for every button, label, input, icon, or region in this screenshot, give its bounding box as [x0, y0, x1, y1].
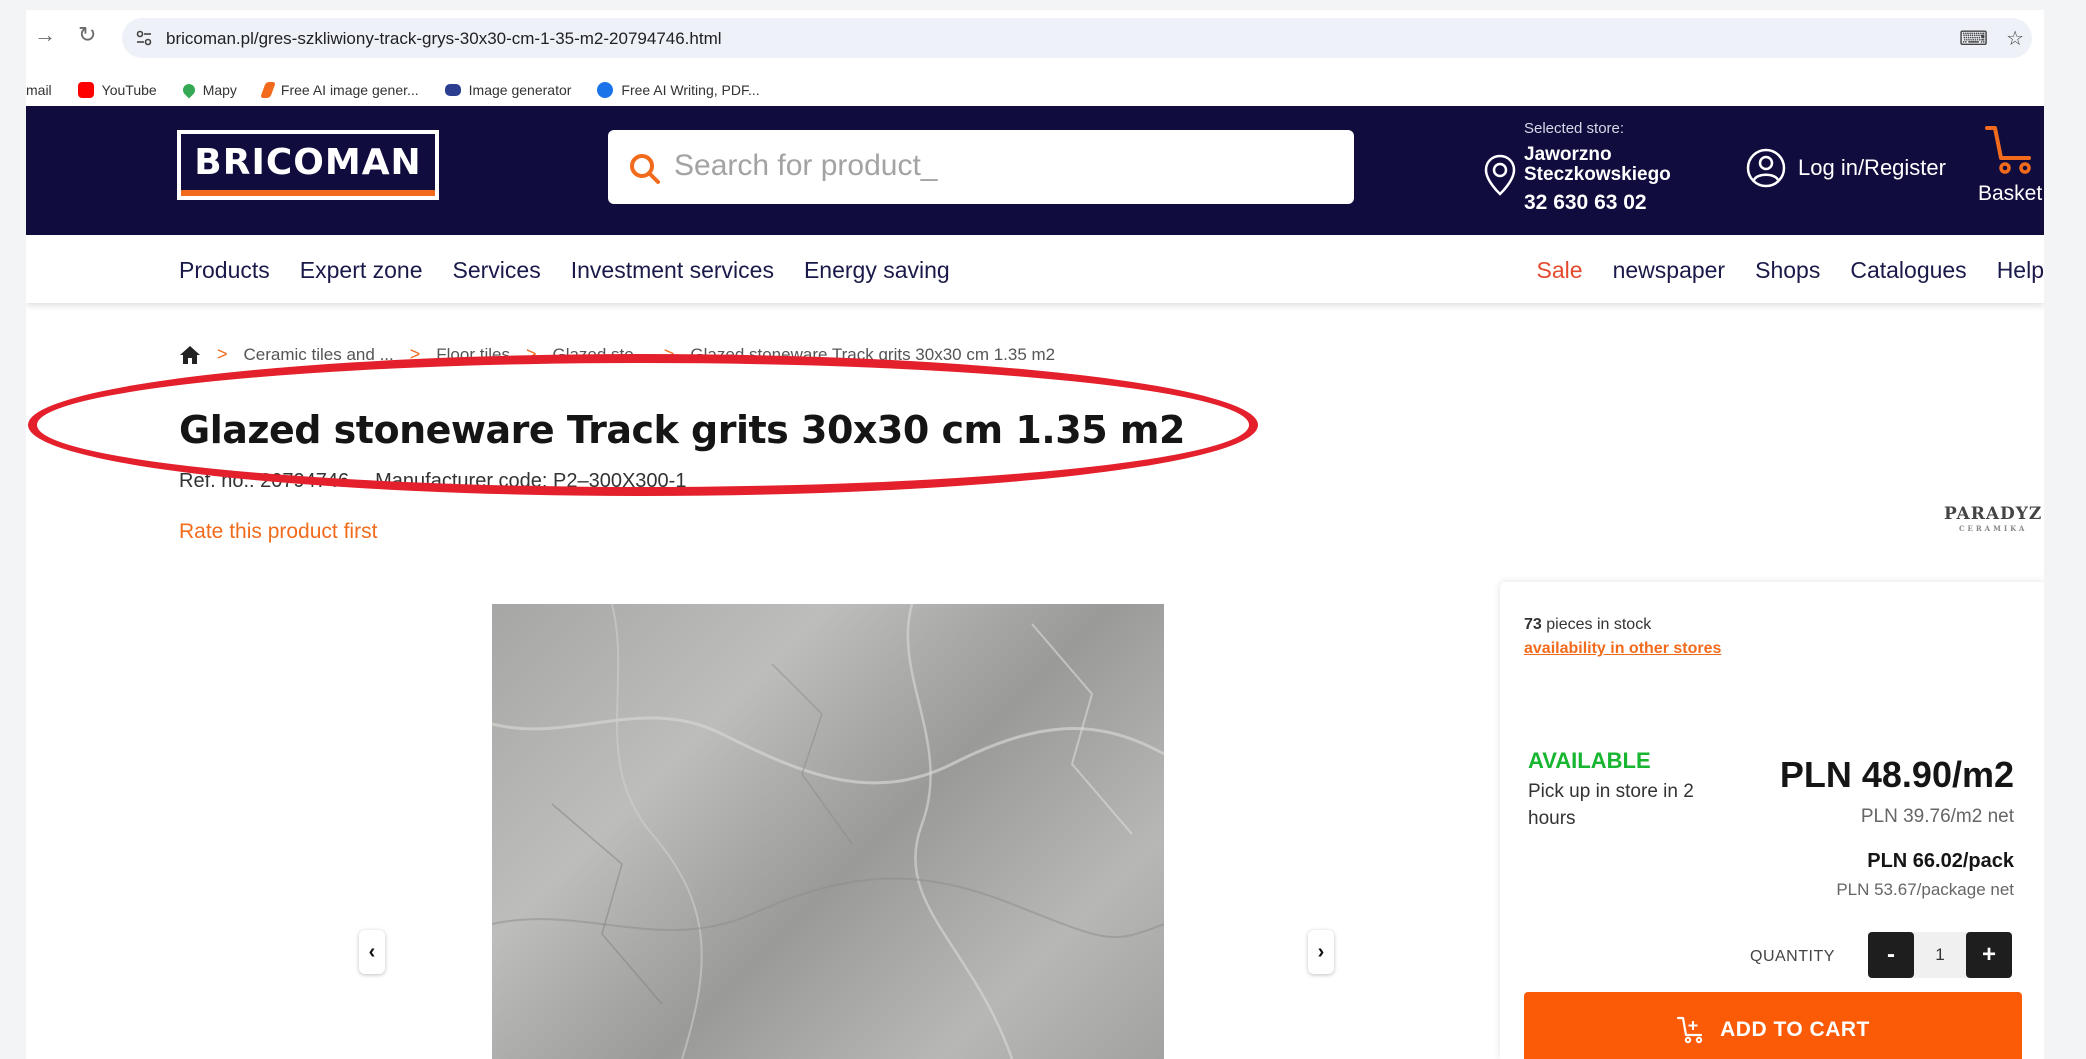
stock-info: 73 pieces in stock	[1524, 616, 1651, 634]
product-ref-line: Ref. no.: 20794746 Manufacturer code: P2…	[179, 470, 686, 493]
product-image[interactable]	[492, 604, 1164, 1059]
bookmark-youtube[interactable]: YouTube	[77, 82, 157, 98]
pickup-info: Pick up in store in 2 hours	[1528, 781, 1694, 829]
site-info-icon[interactable]	[134, 28, 154, 48]
stock-text: pieces in stock	[1546, 616, 1652, 633]
chevron-right-icon: ›	[1317, 940, 1325, 963]
breadcrumb-item[interactable]: Ceramic tiles and ...	[244, 345, 394, 365]
nav-catalogues[interactable]: Catalogues	[1850, 257, 1966, 284]
youtube-icon	[77, 82, 94, 98]
reload-icon[interactable]: ↻	[78, 22, 96, 48]
gallery-prev-button[interactable]: ‹	[359, 930, 385, 974]
chevron-left-icon: ‹	[368, 940, 376, 963]
nav-products[interactable]: Products	[179, 257, 270, 284]
translate-icon[interactable]: ⌨	[1959, 26, 1988, 51]
store-name-line-2: Steczkowskiego	[1524, 164, 1671, 185]
availability-other-stores-link[interactable]: availability in other stores	[1524, 640, 1721, 658]
add-to-cart-label: ADD TO CART	[1720, 1018, 1870, 1041]
store-name: Jaworzno	[1524, 144, 1612, 165]
bookmarks-bar: mail YouTube Mapy Free AI image gener...…	[26, 70, 2044, 110]
bookmark-mail[interactable]: mail	[26, 82, 52, 98]
breadcrumb: > Ceramic tiles and ... > Floor tiles > …	[179, 344, 1055, 365]
bookmark-image-generator[interactable]: Image generator	[444, 82, 572, 98]
bookmark-free-ai-image[interactable]: Free AI image gener...	[260, 82, 419, 98]
basket-label: Basket	[1978, 182, 2043, 205]
quantity-input[interactable]: 1	[1914, 945, 1966, 965]
cart-plus-icon	[1677, 1016, 1703, 1044]
price-per-m2-net: PLN 39.76/m2 net	[1860, 806, 2014, 827]
ai-writing-icon	[597, 82, 614, 98]
stock-count: 73	[1524, 616, 1542, 633]
ref-number: Ref. no.: 20794746	[179, 470, 350, 492]
store-label: Selected store:	[1524, 120, 1625, 137]
nav-investment-services[interactable]: Investment services	[571, 257, 774, 284]
bookmark-label: mail	[26, 82, 52, 98]
pencil-icon	[260, 82, 276, 98]
price-per-pack-net: PLN 53.67/package net	[1836, 880, 2014, 899]
bookmark-star-icon[interactable]: ☆	[2006, 26, 2024, 51]
search-box[interactable]	[608, 130, 1354, 204]
logo-text: BRICOMAN	[181, 134, 435, 196]
add-to-cart-button[interactable]: ADD TO CART	[1524, 992, 2022, 1059]
chevron-right-icon: >	[663, 344, 675, 364]
chevron-right-icon: >	[409, 344, 421, 364]
breadcrumb-item[interactable]: Glazed sto...	[552, 345, 647, 365]
quantity-decrease-button[interactable]: -	[1868, 932, 1914, 978]
bookmark-label: Mapy	[202, 82, 237, 98]
breadcrumb-current: Glazed stoneware Track grits 30x30 cm 1.…	[690, 344, 1056, 364]
breadcrumb-item[interactable]: Floor tiles	[436, 345, 510, 365]
nav-newspaper[interactable]: newspaper	[1613, 257, 1726, 284]
brand-subtitle: CERAMIKA	[1958, 524, 2028, 533]
basket-button[interactable]: Basket	[1978, 124, 2042, 206]
gallery-next-button[interactable]: ›	[1308, 930, 1334, 974]
login-register-link[interactable]: Log in/Register	[1746, 148, 1946, 188]
brand-logo[interactable]: PARADYZ CERAMIKA	[1944, 504, 2042, 533]
search-icon	[630, 154, 660, 184]
marble-texture	[492, 604, 1164, 1059]
user-icon	[1746, 148, 1786, 188]
product-title: Glazed stoneware Track grits 30x30 cm 1.…	[179, 408, 1185, 452]
bookmark-label: YouTube	[101, 82, 157, 98]
forward-icon[interactable]: →	[34, 22, 56, 48]
address-bar[interactable]: bricoman.pl/gres-szkliwiony-track-grys-3…	[122, 18, 2032, 58]
brand-name: PARADYZ	[1944, 504, 2043, 524]
browser-frame: → ↻ bricoman.pl/gres-szkliwiony-track-gr…	[26, 10, 2044, 1059]
nav-services[interactable]: Services	[453, 257, 541, 284]
selected-store[interactable]: Selected store: Jaworzno Steczkowskiego …	[1484, 120, 1671, 215]
location-pin-icon	[1484, 154, 1516, 196]
quantity-stepper: - 1 +	[1868, 932, 2012, 978]
bookmark-free-ai-writing[interactable]: Free AI Writing, PDF...	[597, 82, 760, 98]
nav-help[interactable]: Help	[1997, 257, 2044, 284]
bookmark-label: Free AI Writing, PDF...	[621, 82, 760, 98]
maps-pin-icon	[180, 81, 198, 99]
robot-icon	[444, 84, 461, 96]
manufacturer-code: Manufacturer code: P2–300X300-1	[375, 470, 687, 492]
store-phone: 32 630 63 02	[1524, 191, 1647, 214]
price-per-pack: PLN 66.02/pack	[1867, 850, 2014, 872]
quantity-label: QUANTITY	[1750, 948, 1835, 965]
cart-icon	[1985, 126, 2032, 174]
url-text[interactable]: bricoman.pl/gres-szkliwiony-track-grys-3…	[166, 29, 722, 49]
category-nav: Products Expert zone Services Investment…	[26, 235, 2044, 303]
nav-expert-zone[interactable]: Expert zone	[300, 257, 423, 284]
home-icon[interactable]	[179, 345, 201, 365]
chevron-right-icon: >	[525, 344, 537, 364]
chevron-right-icon: >	[217, 344, 228, 364]
login-label: Log in/Register	[1798, 155, 1946, 180]
search-input[interactable]	[674, 146, 1324, 186]
browser-toolbar: → ↻ bricoman.pl/gres-szkliwiony-track-gr…	[26, 10, 2044, 58]
availability-status: AVAILABLE	[1528, 748, 1651, 773]
quantity-increase-button[interactable]: +	[1966, 932, 2012, 978]
rate-product-link[interactable]: Rate this product first	[179, 520, 377, 544]
nav-sale[interactable]: Sale	[1537, 257, 1583, 284]
bricoman-logo[interactable]: BRICOMAN	[177, 130, 439, 200]
site-header: BRICOMAN Selected store: Jaworzno Steczk…	[26, 106, 2044, 235]
nav-energy-saving[interactable]: Energy saving	[804, 257, 950, 284]
buy-box: 73 pieces in stock availability in other…	[1500, 582, 2044, 1059]
bookmark-label: Free AI image gener...	[280, 82, 419, 98]
bookmark-mapy[interactable]: Mapy	[180, 81, 237, 99]
price-per-m2: PLN 48.90/m2	[1779, 754, 2014, 795]
nav-shops[interactable]: Shops	[1755, 257, 1820, 284]
bookmark-label: Image generator	[468, 82, 572, 98]
